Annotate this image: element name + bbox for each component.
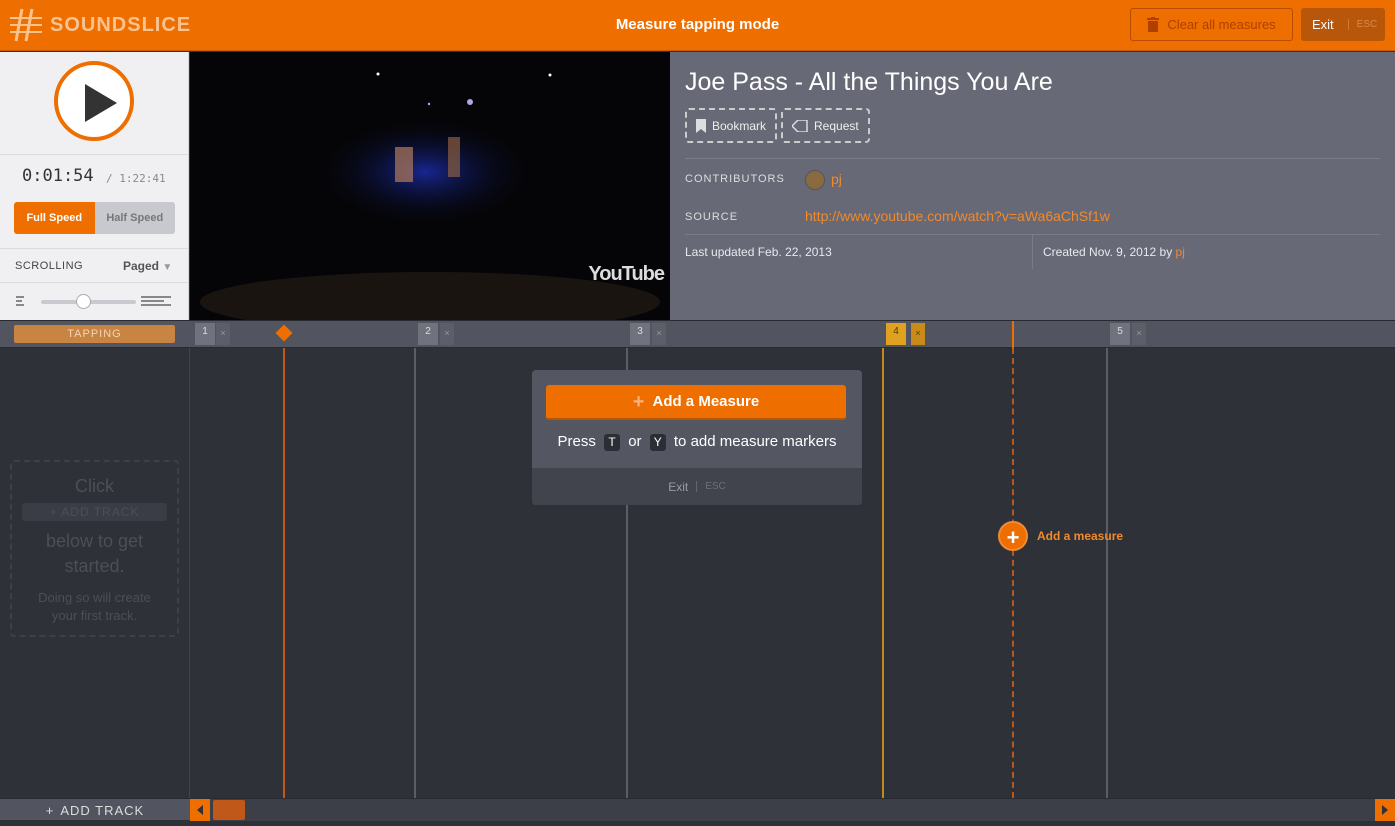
playhead-line [283,348,285,798]
divider [1032,235,1033,269]
exit-label: Exit [1312,17,1334,32]
contributor-link[interactable]: pj [831,171,842,187]
dialog-exit-button[interactable]: Exit ESC [532,468,862,505]
divider [0,282,189,283]
add-measure-plus-button[interactable]: + [998,521,1028,551]
zoom-slider-knob[interactable] [76,294,91,309]
measure-marker[interactable]: 2 [418,323,438,345]
scroll-left-button[interactable] [190,799,210,821]
getting-started-line3: Doing so will create your first track. [38,590,151,623]
contributors-label: CONTRIBUTORS [685,173,785,185]
measure-marker[interactable]: 1 [195,323,215,345]
remove-measure-button[interactable]: × [1132,323,1146,345]
esc-hint: ESC [1347,19,1377,30]
press-text: Press [557,433,596,450]
timeline-scrollbar[interactable] [190,799,1395,821]
last-updated: Last updated Feb. 22, 2013 [685,245,832,259]
info-panel: Joe Pass - All the Things You Are Bookma… [670,52,1395,320]
dialog-exit-label: Exit [668,479,689,494]
add-measure-dialog: + Add a Measure Press T or Y to add meas… [532,370,862,505]
source-link[interactable]: http://www.youtube.com/watch?v=aWa6aChSf… [805,208,1110,224]
play-button[interactable] [54,61,134,141]
pending-measure-line [1012,348,1014,798]
or-text: or [628,433,642,450]
getting-started-line2: below to get started. [45,531,144,576]
key-t: T [604,434,621,451]
bottom-bar: + ADD TRACK [0,798,1395,821]
getting-started-line1: Click [75,476,114,496]
current-time: 0:01:54 [22,166,94,186]
zoom-slider[interactable] [41,294,136,309]
remove-measure-button[interactable]: × [652,323,666,345]
remove-measure-button[interactable]: × [440,323,454,345]
source-label: SOURCE [685,211,739,223]
divider [0,248,189,249]
scrollbar-thumb[interactable] [213,800,245,820]
divider [685,158,1380,159]
playhead-marker[interactable] [275,324,293,342]
clear-all-label: Clear all measures [1167,17,1276,32]
scrolling-select[interactable]: Paged ▼ [123,259,172,273]
key-y: Y [649,434,666,451]
arrow-right-icon [1382,805,1388,815]
trash-icon [1147,17,1160,32]
add-a-measure-label: Add a Measure [652,393,760,410]
speed-toggle: Full Speed Half Speed [14,202,175,234]
full-speed-button[interactable]: Full Speed [14,202,95,234]
chevron-down-icon: ▼ [162,262,173,273]
half-speed-button[interactable]: Half Speed [94,202,175,234]
plus-icon: + [632,390,645,413]
dialog-esc-hint: ESC [696,481,726,492]
arrow-left-icon [197,805,203,815]
bookmark-icon [696,118,706,133]
measure-marker[interactable]: 5 [1110,323,1130,345]
measure-marker-active[interactable]: 4 [886,323,906,345]
measure-marker[interactable]: 3 [630,323,650,345]
remove-measure-button[interactable]: × [216,323,230,345]
exit-button[interactable]: Exit ESC [1301,8,1385,41]
total-time: / 1:22:41 [106,172,166,185]
add-a-measure-button[interactable]: + Add a Measure [546,385,846,420]
track-sidebar: Click + ADD TRACK below to get started. … [0,348,190,798]
tag-icon [792,119,808,132]
measure-line-active [882,348,884,798]
add-measure-hint[interactable]: Add a measure [1037,529,1123,543]
add-track-button[interactable]: + ADD TRACK [0,799,190,821]
created-text: Created Nov. 9, 2012 by [1043,245,1173,259]
divider [0,154,189,155]
timeline-header: TAPPING 1 × 2 × 3 × 4 × 5 × [0,320,1395,348]
getting-started-add-track: + ADD TRACK [22,503,167,521]
measure-line [414,348,416,798]
player-panel: 0:01:54 / 1:22:41 Full Speed Half Speed … [0,52,189,320]
created-info: Created Nov. 9, 2012 by pj [1043,245,1185,259]
scrolling-value: Paged [123,259,160,273]
scrolling-label: SCROLLING [15,260,84,272]
slice-title: Joe Pass - All the Things You Are [685,68,1053,96]
bookmark-button[interactable]: Bookmark [685,108,778,143]
request-label: Request [814,118,859,133]
measure-line [1106,348,1108,798]
bookmark-label: Bookmark [712,118,767,133]
top-bar: SOUNDSLICE Measure tapping mode Clear al… [0,0,1395,51]
remove-measure-button[interactable]: × [911,323,925,345]
tap-instructions: Press T or Y to add measure markers [532,433,862,451]
instruction-rest: to add measure markers [673,433,837,450]
tap-position-marker [1012,321,1014,348]
video-player[interactable]: YouTube [190,52,670,320]
getting-started-box: Click + ADD TRACK below to get started. … [10,460,179,637]
tapping-indicator[interactable]: TAPPING [14,325,175,343]
add-track-label: ADD TRACK [60,802,145,818]
creator-link[interactable]: pj [1176,245,1185,259]
youtube-watermark[interactable]: YouTube [588,263,665,286]
contributor-avatar[interactable] [805,170,825,190]
scroll-right-button[interactable] [1375,799,1395,821]
zoom-in-icon[interactable] [140,296,172,308]
clear-all-measures-button[interactable]: Clear all measures [1130,8,1293,41]
plus-icon: + [45,802,55,818]
request-button[interactable]: Request [781,108,870,143]
